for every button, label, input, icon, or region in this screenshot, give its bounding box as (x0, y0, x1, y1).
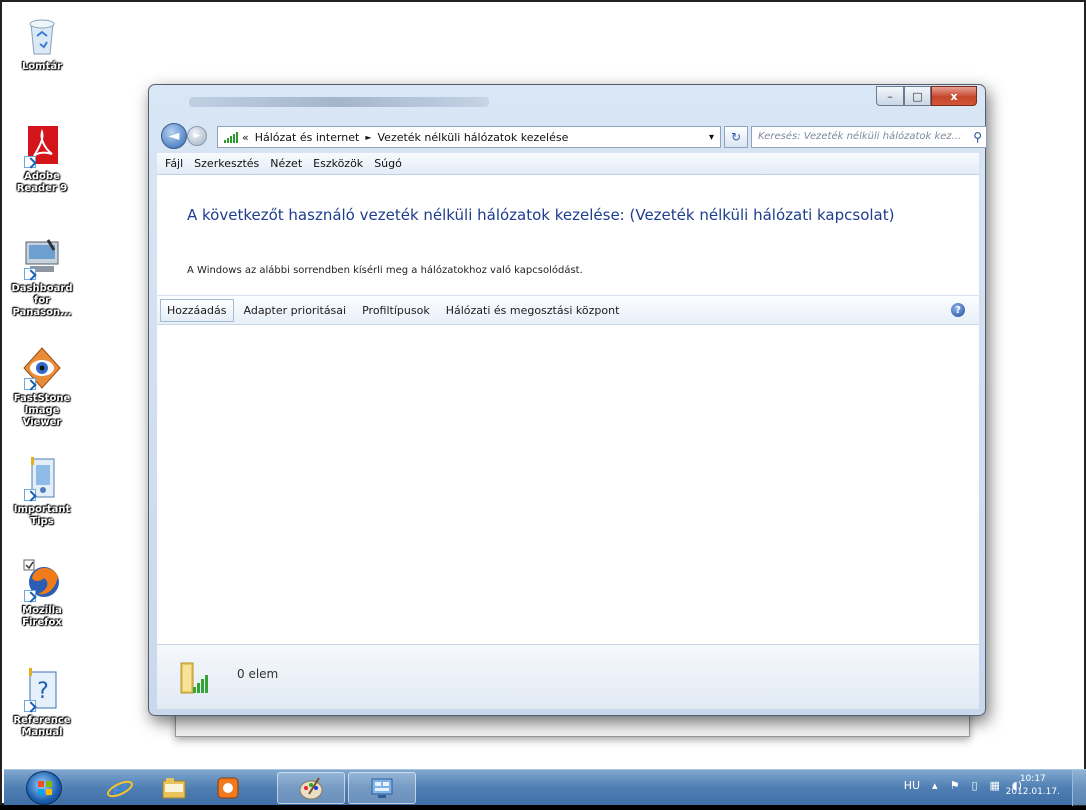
action-center-flag-icon[interactable]: ⚑ (950, 779, 960, 792)
shortcut-arrow-icon (24, 489, 36, 501)
taskbar-media-player[interactable] (210, 772, 246, 804)
faststone-icon (22, 346, 62, 390)
folder-icon (162, 778, 186, 799)
clock-date: 2012.01.17. (1005, 787, 1060, 797)
desktop-icon-important-tips[interactable]: Important Tips (7, 457, 77, 528)
menu-view[interactable]: Nézet (270, 157, 302, 170)
desktop-icon-adobe-reader[interactable]: Adobe Reader 9 (7, 124, 77, 195)
menu-tools[interactable]: Eszközök (313, 157, 363, 170)
firefox-icon (22, 558, 62, 602)
add-button[interactable]: Hozzáadás (160, 298, 234, 322)
show-desktop-button[interactable] (1072, 770, 1086, 806)
recycle-bin-icon (22, 14, 62, 58)
search-input[interactable]: Keresés: Vezeték nélküli hálózatok kez..… (751, 126, 987, 148)
desktop-icon-dashboard[interactable]: Dashboard for Panason... (7, 236, 77, 319)
windows-logo-icon (38, 781, 52, 795)
desktop-icon-label: FastStone Image Viewer (13, 393, 71, 428)
breadcrumb-manage-wireless[interactable]: Vezeték nélküli hálózatok kezelése (378, 131, 569, 144)
desktop-icon-faststone[interactable]: FastStone Image Viewer (7, 346, 77, 429)
wireless-folder-icon (179, 659, 213, 697)
search-placeholder: Keresés: Vezeték nélküli hálózatok kez..… (758, 131, 962, 142)
address-dropdown-icon[interactable]: ▾ (709, 132, 714, 143)
menu-file[interactable]: Fájl (165, 157, 183, 170)
address-bar[interactable]: « Hálózat és internet ► Vezeték nélküli … (217, 126, 721, 148)
back-button[interactable]: ◄ (161, 123, 187, 149)
battery-icon[interactable]: ▯ (971, 779, 977, 792)
explorer-window: – □ x ◄ ► « Hálózat és internet ► Vezeté… (148, 84, 987, 716)
network-window-icon (371, 778, 393, 798)
svg-text:e: e (113, 774, 127, 802)
taskbar-network-window[interactable] (348, 772, 416, 804)
taskbar-explorer[interactable] (156, 772, 192, 804)
shortcut-arrow-icon (24, 156, 36, 168)
svg-text:?: ? (37, 679, 49, 704)
menu-help[interactable]: Súgó (374, 157, 402, 170)
page-title: A következőt használó vezeték nélküli há… (187, 206, 895, 224)
navigation-bar: ◄ ► « Hálózat és internet ► Vezeték nélk… (159, 123, 987, 149)
language-indicator[interactable]: HU (904, 779, 920, 792)
desktop-icon-label: Dashboard for Panason... (11, 283, 73, 318)
arrow-right-icon: ► (193, 131, 201, 141)
breadcrumb-network-internet[interactable]: Hálózat és internet (255, 131, 360, 144)
command-bar: Hozzáadás Adapter prioritásai Profiltípu… (157, 295, 979, 325)
desktop-icon-label: Mozilla Firefox (22, 605, 62, 628)
paint-icon (299, 777, 323, 800)
tips-icon (22, 457, 62, 501)
manual-icon: ? (22, 668, 62, 712)
clock-time: 10:17 (1019, 774, 1046, 784)
desktop-icon-label: Adobe Reader 9 (16, 171, 68, 194)
shortcut-arrow-icon (24, 590, 36, 602)
maximize-button[interactable]: □ (904, 86, 931, 106)
desktop-icon-label: Reference Manual (13, 715, 71, 738)
minimize-button[interactable]: – (876, 86, 904, 106)
title-bar-blurred (189, 97, 489, 107)
profile-types-button[interactable]: Profiltípusok (356, 300, 436, 321)
menu-bar: Fájl Szerkesztés Nézet Eszközök Súgó (157, 153, 979, 175)
desktop-icon-label: Lomtár (21, 61, 63, 72)
desktop: Lomtár Adobe Reader 9 Dashboard for Pana… (0, 0, 1086, 806)
desktop-icon-firefox[interactable]: Mozilla Firefox (7, 558, 77, 629)
help-icon[interactable]: ? (951, 303, 965, 317)
desktop-icon-reference-manual[interactable]: ? Reference Manual (7, 668, 77, 739)
media-player-icon (217, 777, 239, 799)
arrow-left-icon: ◄ (168, 128, 180, 144)
network-list[interactable] (157, 326, 979, 644)
menu-edit[interactable]: Szerkesztés (194, 157, 259, 170)
taskbar-paint[interactable] (277, 772, 345, 804)
show-hidden-icons-icon[interactable]: ▴ (932, 779, 938, 792)
dashboard-icon (22, 236, 62, 280)
adobe-reader-icon (22, 124, 62, 168)
system-tray: HU ▴ ⚑ ▯ ▦ ◖) (904, 779, 1022, 792)
start-button[interactable] (26, 771, 62, 805)
shortcut-arrow-icon (24, 700, 36, 712)
desktop-icon-label: Important Tips (13, 504, 71, 527)
address-prefix: « (242, 130, 249, 144)
wireless-signal-icon (224, 131, 238, 143)
breadcrumb-separator-icon[interactable]: ► (365, 133, 371, 142)
network-icon[interactable]: ▦ (990, 779, 1000, 792)
clock[interactable]: 10:17 2012.01.17. (1006, 773, 1060, 799)
forward-button[interactable]: ► (187, 126, 207, 146)
shortcut-arrow-icon (24, 378, 36, 390)
adapter-properties-button[interactable]: Adapter prioritásai (238, 300, 353, 321)
taskbar-internet-explorer[interactable]: e (102, 772, 138, 804)
window-controls: – □ x (876, 86, 977, 106)
title-bar[interactable]: – □ x (149, 85, 985, 123)
desktop-icon-recycle-bin[interactable]: Lomtár (7, 14, 77, 73)
page-description: A Windows az alábbi sorrendben kísérli m… (187, 265, 583, 276)
content-pane: A következőt használó vezeték nélküli há… (157, 175, 979, 644)
close-button[interactable]: x (931, 86, 977, 106)
internet-explorer-icon: e (107, 774, 133, 802)
refresh-icon: ↻ (730, 130, 742, 144)
shortcut-arrow-icon (24, 268, 36, 280)
taskbar: e HU ▴ ⚑ ▯ ▦ ◖) 10:17 2012.01.17. (4, 769, 1086, 806)
details-pane: 0 elem (157, 644, 979, 709)
network-sharing-center-button[interactable]: Hálózati és megosztási központ (440, 300, 626, 321)
refresh-button[interactable]: ↻ (724, 126, 748, 148)
item-count: 0 elem (237, 667, 279, 681)
search-icon[interactable]: ⚲ (973, 130, 982, 144)
